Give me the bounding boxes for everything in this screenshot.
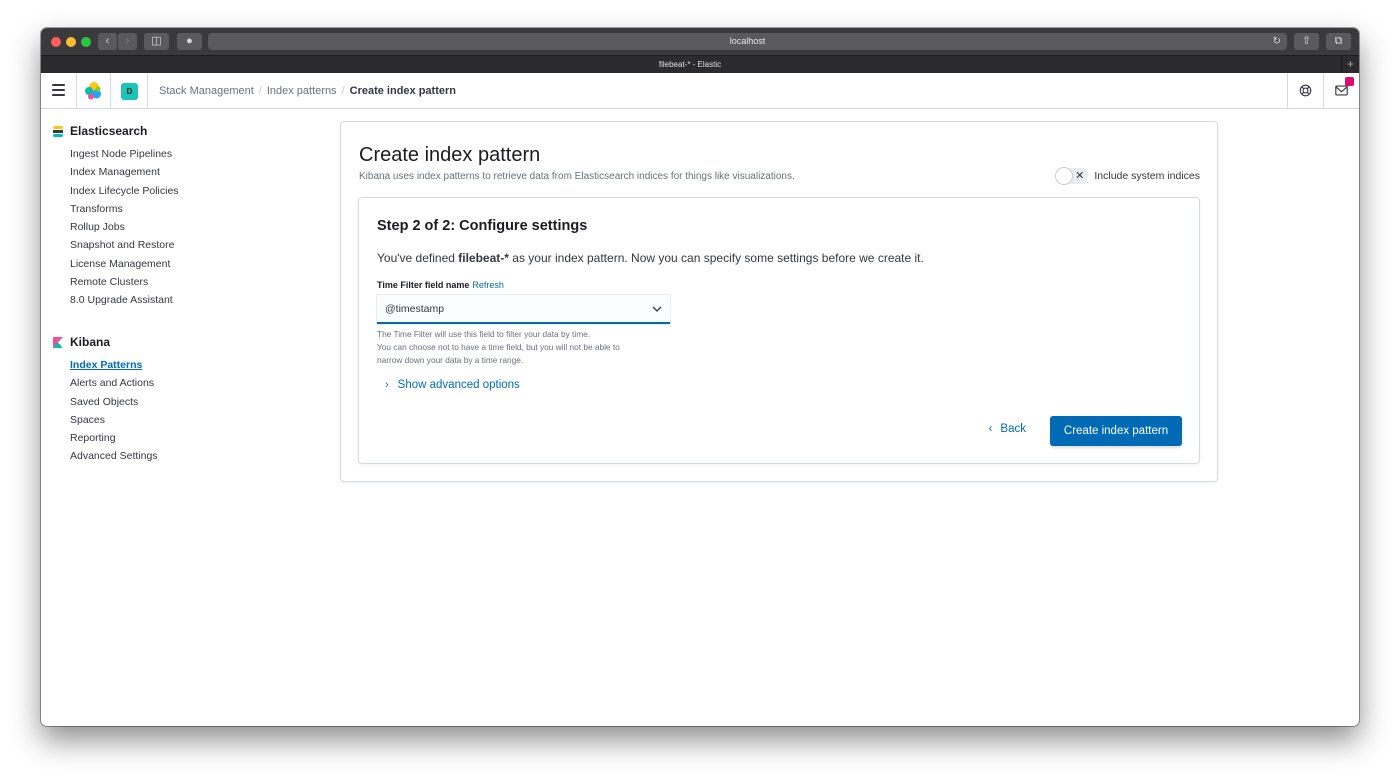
refresh-link[interactable]: Refresh: [472, 280, 504, 290]
time-field-help: The Time Filter will use this field to f…: [377, 328, 667, 367]
chevron-down-icon: [652, 306, 662, 312]
sidebar-item-advanced-settings[interactable]: Advanced Settings: [70, 447, 158, 465]
sidebar-item-index-lifecycle-policies[interactable]: Index Lifecycle Policies: [70, 182, 179, 200]
nav-group-kibana: Kibana Index Patterns Alerts and Actions…: [53, 334, 158, 466]
help-icon[interactable]: [1287, 73, 1323, 109]
create-index-pattern-panel: Create index pattern Kibana uses index p…: [340, 121, 1218, 482]
create-index-pattern-button[interactable]: Create index pattern: [1050, 416, 1182, 446]
newsfeed-icon[interactable]: [1323, 73, 1359, 109]
header-divider: [76, 73, 77, 109]
sidebar-item-alerts-and-actions[interactable]: Alerts and Actions: [70, 374, 158, 392]
breadcrumb-separator: /: [341, 85, 345, 97]
zoom-window-button[interactable]: [81, 37, 91, 47]
breadcrumb-stack-management[interactable]: Stack Management: [159, 85, 254, 97]
sidebar-item-reporting[interactable]: Reporting: [70, 429, 158, 447]
index-pattern-name: filebeat-*: [458, 251, 509, 265]
toggle-label: Include system indices: [1094, 170, 1200, 182]
kibana-icon: [53, 336, 63, 348]
toggle-switch[interactable]: ✕: [1056, 168, 1089, 184]
browser-window: ‹ › ◫ ● localhost ↻ ⇧ ⧉ filebeat-* - Ela…: [41, 28, 1359, 726]
sidebar-item-saved-objects[interactable]: Saved Objects: [70, 393, 158, 411]
tabs-overview-icon[interactable]: ⧉: [1326, 33, 1351, 50]
include-system-indices-toggle[interactable]: ✕ Include system indices: [1056, 168, 1200, 184]
breadcrumb-current: Create index pattern: [349, 85, 456, 97]
cross-icon: ✕: [1075, 170, 1085, 182]
browser-toolbar: ‹ › ◫ ● localhost ↻ ⇧ ⧉: [41, 28, 1359, 55]
sidebar-item-rollup-jobs[interactable]: Rollup Jobs: [70, 218, 179, 236]
time-field-select[interactable]: @timestamp: [377, 295, 670, 324]
toggle-knob: [1056, 168, 1073, 184]
sidebar-item-ingest-node-pipelines[interactable]: Ingest Node Pipelines: [70, 145, 179, 163]
step-desc-prefix: You've defined: [377, 251, 455, 265]
show-advanced-options-button[interactable]: › Show advanced options: [385, 379, 520, 391]
sidebar-item-transforms[interactable]: Transforms: [70, 200, 179, 218]
chevron-left-icon: ‹: [988, 423, 993, 435]
sidebar-item-license-management[interactable]: License Management: [70, 255, 179, 273]
breadcrumb-separator: /: [258, 85, 262, 97]
sidebar-item-index-management[interactable]: Index Management: [70, 163, 179, 181]
browser-tab[interactable]: filebeat-* - Elastic: [41, 56, 1339, 73]
help-line: The Time Filter will use this field to f…: [377, 329, 591, 339]
step-desc-suffix: as your index pattern. Now you can speci…: [512, 251, 924, 265]
address-bar[interactable]: localhost ↻: [208, 33, 1287, 50]
sidebar-item-remote-clusters[interactable]: Remote Clusters: [70, 273, 179, 291]
elastic-logo-icon[interactable]: [83, 81, 103, 101]
reload-icon[interactable]: ↻: [1273, 33, 1281, 50]
minimize-window-button[interactable]: [66, 37, 76, 47]
browser-tab-bar: filebeat-* - Elastic +: [41, 55, 1359, 73]
time-field-label-text: Time Filter field name: [377, 280, 470, 290]
nav-group-title: Elasticsearch: [70, 124, 148, 138]
browser-forward-button[interactable]: ›: [118, 33, 137, 50]
kibana-header: D Stack Management / Index patterns / Create…: [41, 73, 1359, 109]
step-title: Step 2 of 2: Configure settings: [377, 218, 588, 234]
new-tab-button[interactable]: +: [1341, 56, 1359, 73]
configure-settings-card: Step 2 of 2: Configure settings You've d…: [358, 197, 1200, 464]
step-description: You've defined filebeat-* as your index …: [377, 251, 924, 265]
nav-group-title: Kibana: [70, 335, 111, 349]
nav-group-elasticsearch: Elasticsearch Ingest Node Pipelines Inde…: [53, 123, 179, 310]
time-field-value: @timestamp: [385, 303, 445, 315]
close-window-button[interactable]: [51, 37, 61, 47]
url-text: localhost: [729, 36, 766, 46]
page-title: Create index pattern: [359, 144, 541, 166]
back-button[interactable]: ‹ Back: [989, 423, 1026, 435]
breadcrumb: Stack Management / Index patterns / Create i…: [159, 73, 456, 109]
sidebar-item-spaces[interactable]: Spaces: [70, 411, 158, 429]
sidebar-item-snapshot-and-restore[interactable]: Snapshot and Restore: [70, 236, 179, 254]
help-line: narrow down your data by a time range.: [377, 355, 524, 365]
help-line: You can choose not to have a time field,…: [377, 342, 620, 352]
newsfeed-badge: [1345, 77, 1354, 86]
header-divider: [110, 73, 111, 109]
elasticsearch-icon: [53, 125, 63, 137]
sidebar-item-upgrade-assistant[interactable]: 8.0 Upgrade Assistant: [70, 291, 179, 309]
breadcrumb-index-patterns[interactable]: Index patterns: [267, 85, 337, 97]
time-field-label: Time Filter field name Refresh: [377, 280, 504, 290]
back-label: Back: [1000, 423, 1026, 435]
share-icon[interactable]: ⇧: [1294, 33, 1319, 50]
space-avatar[interactable]: D: [121, 83, 138, 100]
sidebar-toggle-icon[interactable]: ◫: [144, 33, 169, 50]
hamburger-icon[interactable]: [52, 84, 65, 96]
page-subtitle: Kibana uses index patterns to retrieve d…: [359, 171, 795, 182]
header-divider: [147, 73, 148, 109]
chevron-right-icon: ›: [385, 379, 389, 391]
advanced-options-label: Show advanced options: [397, 379, 520, 391]
extension-icon[interactable]: ●: [177, 33, 202, 50]
sidebar-item-index-patterns[interactable]: Index Patterns: [70, 356, 158, 374]
browser-back-button[interactable]: ‹: [98, 33, 117, 50]
